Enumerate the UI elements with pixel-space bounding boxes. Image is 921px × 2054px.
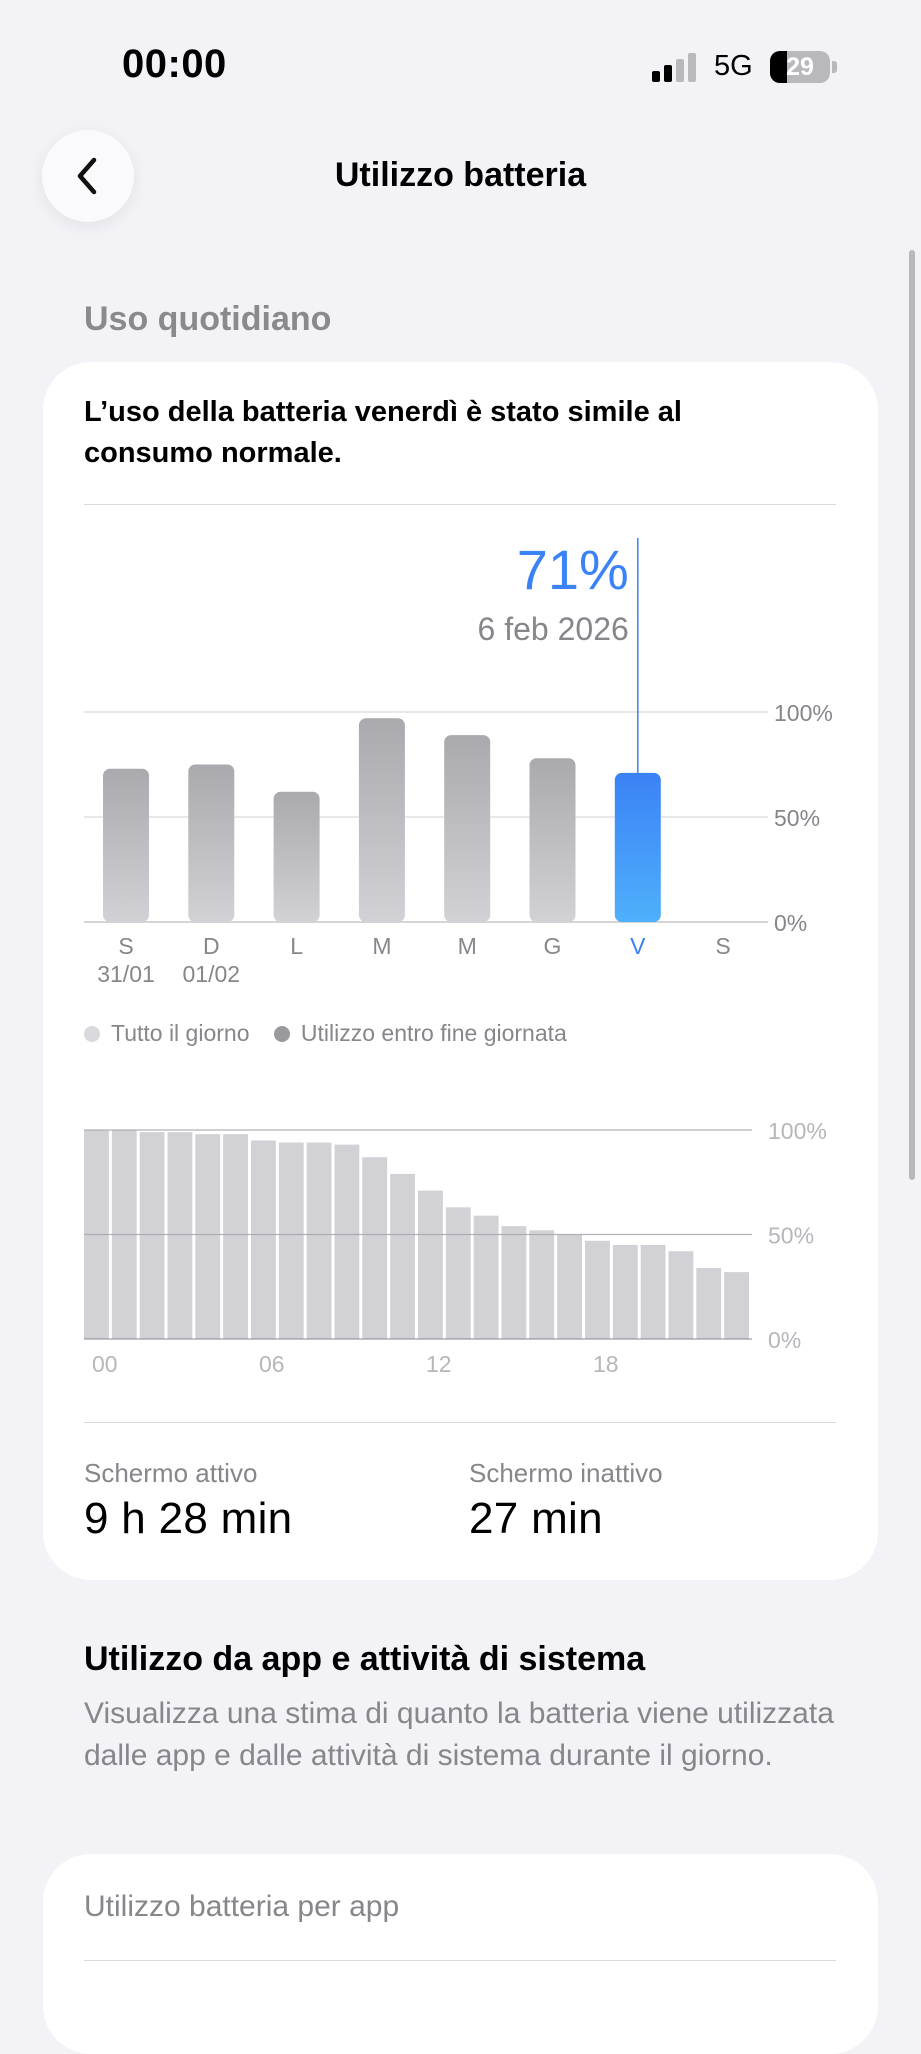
day-bar xyxy=(103,768,149,922)
legend-item-end-of-day: Utilizzo entro fine giornata xyxy=(273,1020,567,1047)
legend-label: Utilizzo entro fine giornata xyxy=(300,1020,567,1046)
day-bar xyxy=(358,718,405,922)
x-tick-label: G xyxy=(544,933,562,959)
y-tick-label: 50% xyxy=(774,805,820,831)
day-bar xyxy=(529,758,576,922)
hour-bar xyxy=(612,1244,638,1339)
hour-bar xyxy=(251,1140,276,1339)
y-tick-label: 0% xyxy=(774,910,807,936)
x-tick-label: S xyxy=(118,933,133,959)
day-bar xyxy=(444,735,491,922)
hour-bar xyxy=(390,1173,415,1339)
screen-inactive-label: Schermo inattivo xyxy=(469,1458,663,1488)
x-date-label: 01/02 xyxy=(183,961,241,987)
x-tick-label: M xyxy=(458,933,477,959)
hour-bar xyxy=(195,1134,221,1339)
apps-section-title: Utilizzo da app e attività di sistema xyxy=(84,1640,646,1678)
day-bar xyxy=(273,791,320,922)
hour-bar xyxy=(334,1144,360,1339)
hour-bar xyxy=(668,1251,694,1339)
x-tick-label: S xyxy=(715,933,730,959)
hour-bar xyxy=(557,1234,582,1339)
x-tick-label: 00 xyxy=(92,1351,118,1377)
hour-bar xyxy=(362,1157,388,1339)
x-tick-label: 12 xyxy=(426,1351,452,1377)
x-tick-label: M xyxy=(372,933,391,959)
legend-label: Tutto il giorno xyxy=(111,1020,250,1046)
legend-item-all-day: Tutto il giorno xyxy=(84,1020,250,1047)
selected-date-label: 6 feb 2026 xyxy=(478,611,629,647)
divider xyxy=(84,1422,836,1423)
battery-by-app-label: Utilizzo batteria per app xyxy=(84,1890,400,1923)
screen-active-value: 9 h 28 min xyxy=(84,1494,293,1543)
legend-dot xyxy=(273,1025,290,1042)
selected-day-bar xyxy=(614,772,661,922)
hour-bar xyxy=(640,1244,666,1339)
battery-by-app-card[interactable] xyxy=(43,1854,878,2054)
battery-charts: 0%50%100%S31/01D01/02L M M G V71%6 feb 2026S… xyxy=(84,538,833,1377)
hour-bar xyxy=(306,1142,332,1339)
x-tick-label: 06 xyxy=(259,1351,285,1377)
divider xyxy=(84,1960,836,1961)
hour-bar xyxy=(724,1272,749,1339)
day-bar xyxy=(188,764,235,922)
y-tick-label: 100% xyxy=(774,700,833,726)
y-tick-label: 0% xyxy=(768,1327,801,1353)
hour-bar xyxy=(167,1132,193,1339)
hour-bar xyxy=(585,1240,610,1339)
x-tick-label: L xyxy=(290,933,303,959)
hour-bar xyxy=(418,1190,443,1339)
x-tick-label: 18 xyxy=(593,1351,619,1377)
x-tick-label: D xyxy=(203,933,220,959)
screen-active-label: Schermo attivo xyxy=(84,1458,258,1488)
screen-inactive-value: 27 min xyxy=(469,1494,603,1543)
apps-section-description: Visualizza una stima di quanto la batter… xyxy=(84,1697,834,1772)
selected-value-label: 71% xyxy=(517,538,629,601)
x-date-label: 31/01 xyxy=(97,961,155,987)
x-tick-label: V xyxy=(630,933,646,959)
legend-dot xyxy=(84,1025,100,1042)
hour-bar xyxy=(445,1207,471,1339)
hour-bar xyxy=(501,1226,527,1339)
chart-legend: Tutto il giorno Utilizzo entro fine gior… xyxy=(84,1020,585,1048)
y-tick-label: 100% xyxy=(768,1118,827,1144)
y-tick-label: 50% xyxy=(768,1223,814,1249)
hour-bar xyxy=(223,1134,248,1339)
hour-bar xyxy=(529,1230,555,1339)
hour-bar xyxy=(278,1142,304,1339)
hour-bar xyxy=(139,1132,165,1339)
hour-bar xyxy=(696,1267,722,1339)
